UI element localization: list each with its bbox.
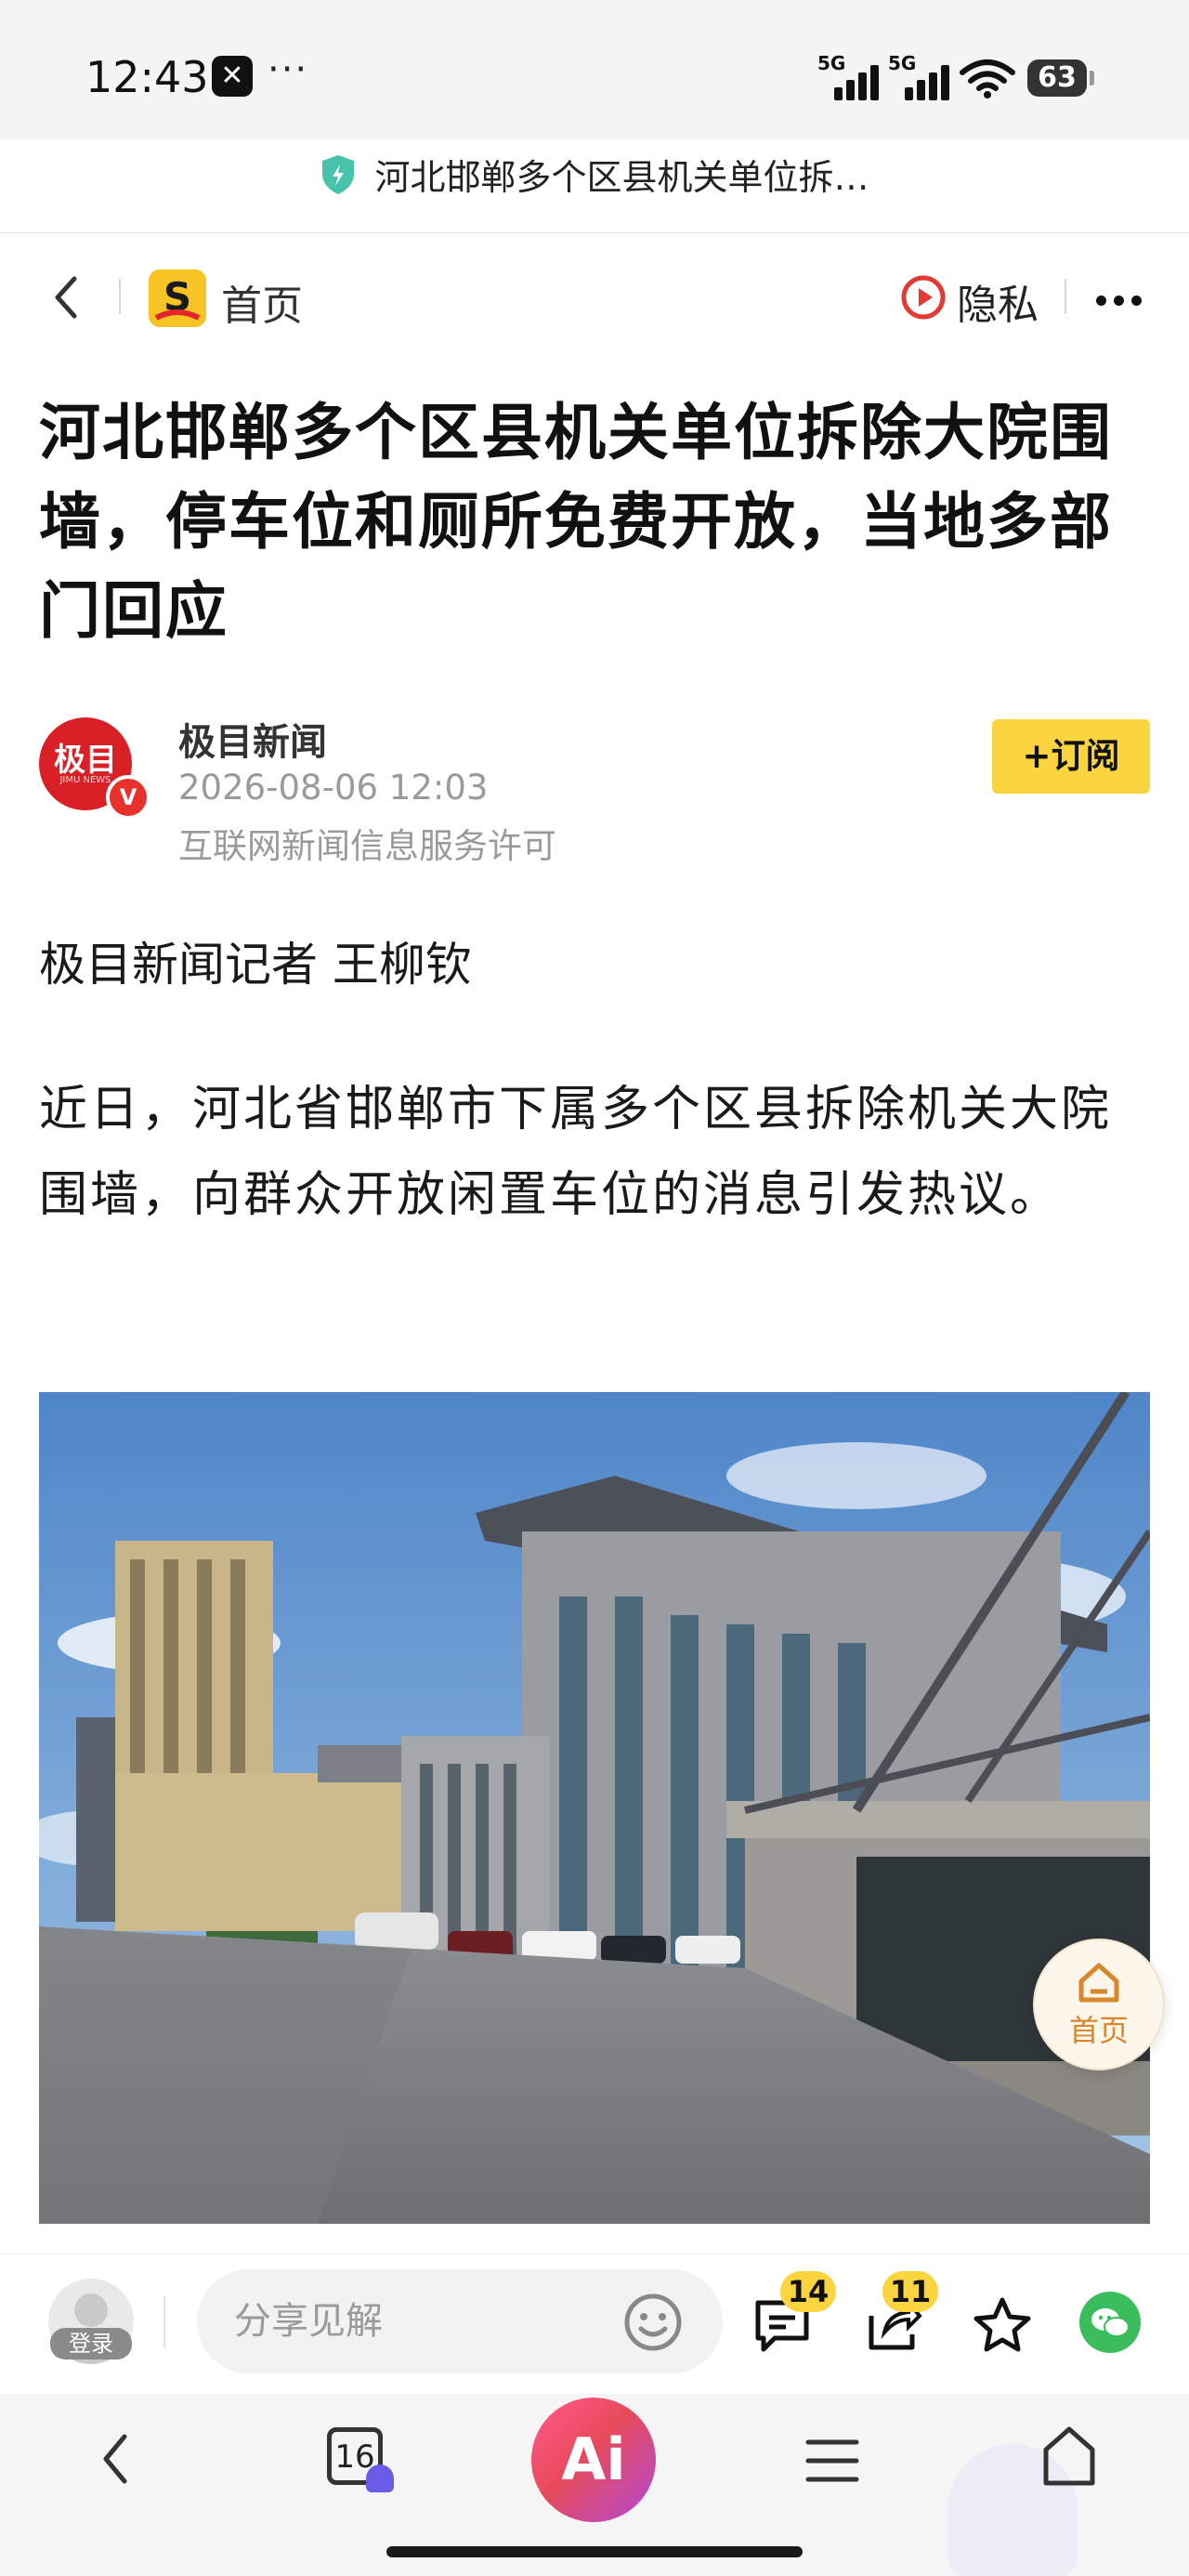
emoji-icon[interactable] bbox=[622, 2292, 684, 2353]
battery-icon: 63 bbox=[1027, 59, 1094, 97]
comment-count-badge: 14 bbox=[780, 2271, 836, 2312]
login-label[interactable]: 登录 bbox=[50, 2328, 132, 2359]
publish-time: 2026-08-06 12:03 bbox=[178, 768, 489, 808]
share-count-badge: 11 bbox=[882, 2271, 938, 2312]
status-time: 12:43 bbox=[85, 52, 209, 102]
home-indicator[interactable] bbox=[386, 2546, 803, 2557]
ai-icon[interactable]: Ai bbox=[531, 2398, 656, 2522]
menu-icon[interactable] bbox=[804, 2437, 860, 2485]
nav-divider-2 bbox=[1065, 279, 1066, 314]
reporter-line: 极目新闻记者 王柳钦 bbox=[39, 938, 472, 992]
more-dots-icon: ··· bbox=[268, 48, 309, 91]
home-icon[interactable] bbox=[1039, 2424, 1100, 2489]
star-icon[interactable] bbox=[972, 2295, 1033, 2355]
subscribe-button[interactable]: +订阅 bbox=[992, 719, 1150, 794]
capcut-icon: ✕ bbox=[212, 56, 253, 97]
article-headline: 河北邯郸多个区县机关单位拆除大院围墙，停车位和厕所免费开放，当地多部门回应 bbox=[39, 397, 1113, 647]
sohu-logo-icon[interactable]: S bbox=[149, 269, 206, 327]
url-title: 河北邯郸多个区县机关单位拆… bbox=[374, 157, 869, 198]
home-link[interactable]: 首页 bbox=[221, 272, 303, 332]
nav-back-icon[interactable] bbox=[97, 2429, 134, 2489]
url-bar[interactable]: 河北邯郸多个区县机关单位拆… bbox=[0, 149, 1189, 200]
floating-home-button[interactable]: 首页 bbox=[1033, 1939, 1165, 2070]
article-paragraph: 近日，河北省邯郸市下属多个区县拆除机关大院围墙，向群众开放闲置车位的消息引发热议… bbox=[39, 1082, 1113, 1223]
toolbar-divider bbox=[163, 2295, 165, 2347]
wifi-icon bbox=[960, 59, 1015, 99]
floating-home-label: 首页 bbox=[1068, 2013, 1129, 2048]
avatar-logo-text: 极目 bbox=[54, 742, 117, 779]
article-photo[interactable] bbox=[39, 1392, 1150, 2224]
wechat-icon[interactable] bbox=[1079, 2292, 1141, 2353]
shield-check-icon bbox=[322, 154, 355, 194]
back-icon[interactable] bbox=[46, 271, 85, 323]
author-avatar[interactable]: 极目 JIMU NEWS V bbox=[39, 717, 150, 820]
privacy-icon[interactable] bbox=[901, 275, 946, 320]
verified-badge-icon: V bbox=[106, 775, 150, 820]
nav-divider bbox=[119, 279, 121, 314]
privacy-link[interactable]: 隐私 bbox=[957, 271, 1039, 331]
author-name[interactable]: 极目新闻 bbox=[178, 712, 327, 766]
house-icon bbox=[1078, 1963, 1119, 2003]
more-icon[interactable] bbox=[1096, 292, 1149, 309]
ghost-icon bbox=[366, 2464, 394, 2492]
license-text[interactable]: 互联网新闻信息服务许可 bbox=[178, 818, 556, 868]
